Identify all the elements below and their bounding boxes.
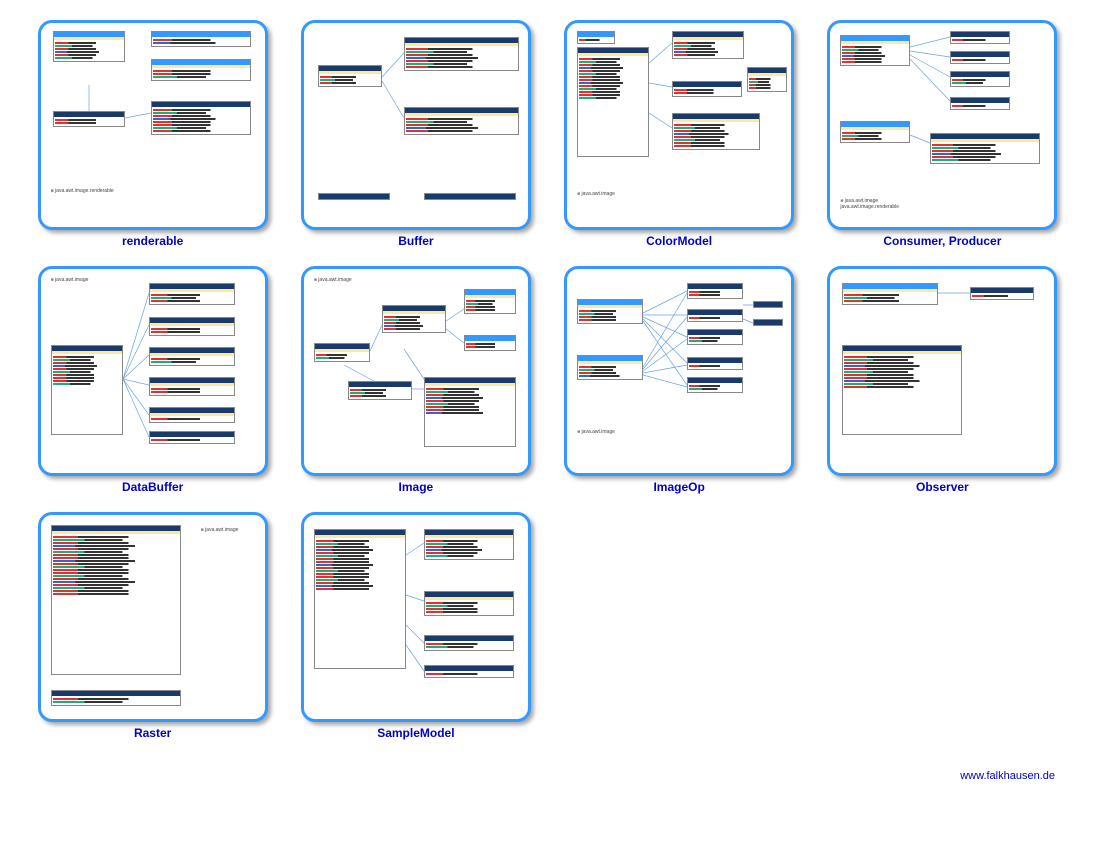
package-label: java.awt.image xyxy=(577,429,615,435)
thumb-image: java.awt.image xyxy=(293,266,538,494)
thumb-observer-image[interactable] xyxy=(827,266,1057,476)
thumb-observer: Observer xyxy=(820,266,1065,494)
thumb-buffer-image[interactable] xyxy=(301,20,531,230)
footer-link[interactable]: www.falkhausen.de xyxy=(30,770,1065,782)
package-label: java.awt.image xyxy=(201,527,239,533)
thumb-colormodel-image[interactable]: java.awt.image xyxy=(564,20,794,230)
caption-colormodel[interactable]: ColorModel xyxy=(646,234,712,248)
thumb-databuffer: java.awt.image DataBuffer xyxy=(30,266,275,494)
caption-renderable[interactable]: renderable xyxy=(122,234,183,248)
thumb-buffer: Buffer xyxy=(293,20,538,248)
package-label: java.awt.image xyxy=(314,277,352,283)
caption-samplemodel[interactable]: SampleModel xyxy=(377,726,454,740)
thumbnail-grid: java.awt.image.renderable renderable xyxy=(30,20,1065,740)
caption-databuffer[interactable]: DataBuffer xyxy=(122,480,183,494)
thumb-consumer-producer-image[interactable]: java.awt.image java.awt.image.renderable xyxy=(827,20,1057,230)
caption-observer[interactable]: Observer xyxy=(916,480,969,494)
thumb-raster: java.awt.image Raster xyxy=(30,512,275,740)
caption-imageop[interactable]: ImageOp xyxy=(653,480,704,494)
thumb-imageop-image[interactable]: java.awt.image xyxy=(564,266,794,476)
thumb-renderable: java.awt.image.renderable renderable xyxy=(30,20,275,248)
caption-raster[interactable]: Raster xyxy=(134,726,171,740)
thumb-consumer-producer: java.awt.image java.awt.image.renderable… xyxy=(820,20,1065,248)
thumb-samplemodel: SampleModel xyxy=(293,512,538,740)
caption-image[interactable]: Image xyxy=(399,480,434,494)
caption-buffer[interactable]: Buffer xyxy=(398,234,433,248)
package-label: java.awt.image.renderable xyxy=(51,188,114,194)
thumb-colormodel: java.awt.image ColorModel xyxy=(557,20,802,248)
thumb-renderable-image[interactable]: java.awt.image.renderable xyxy=(38,20,268,230)
thumb-raster-image[interactable]: java.awt.image xyxy=(38,512,268,722)
package-label: java.awt.image java.awt.image.renderable xyxy=(840,198,899,210)
thumb-image-image[interactable]: java.awt.image xyxy=(301,266,531,476)
thumb-samplemodel-image[interactable] xyxy=(301,512,531,722)
caption-consumer-producer[interactable]: Consumer, Producer xyxy=(883,234,1001,248)
package-label: java.awt.image xyxy=(577,191,615,197)
thumb-imageop: java.awt.image ImageOp xyxy=(557,266,802,494)
thumb-databuffer-image[interactable]: java.awt.image xyxy=(38,266,268,476)
package-label: java.awt.image xyxy=(51,277,89,283)
